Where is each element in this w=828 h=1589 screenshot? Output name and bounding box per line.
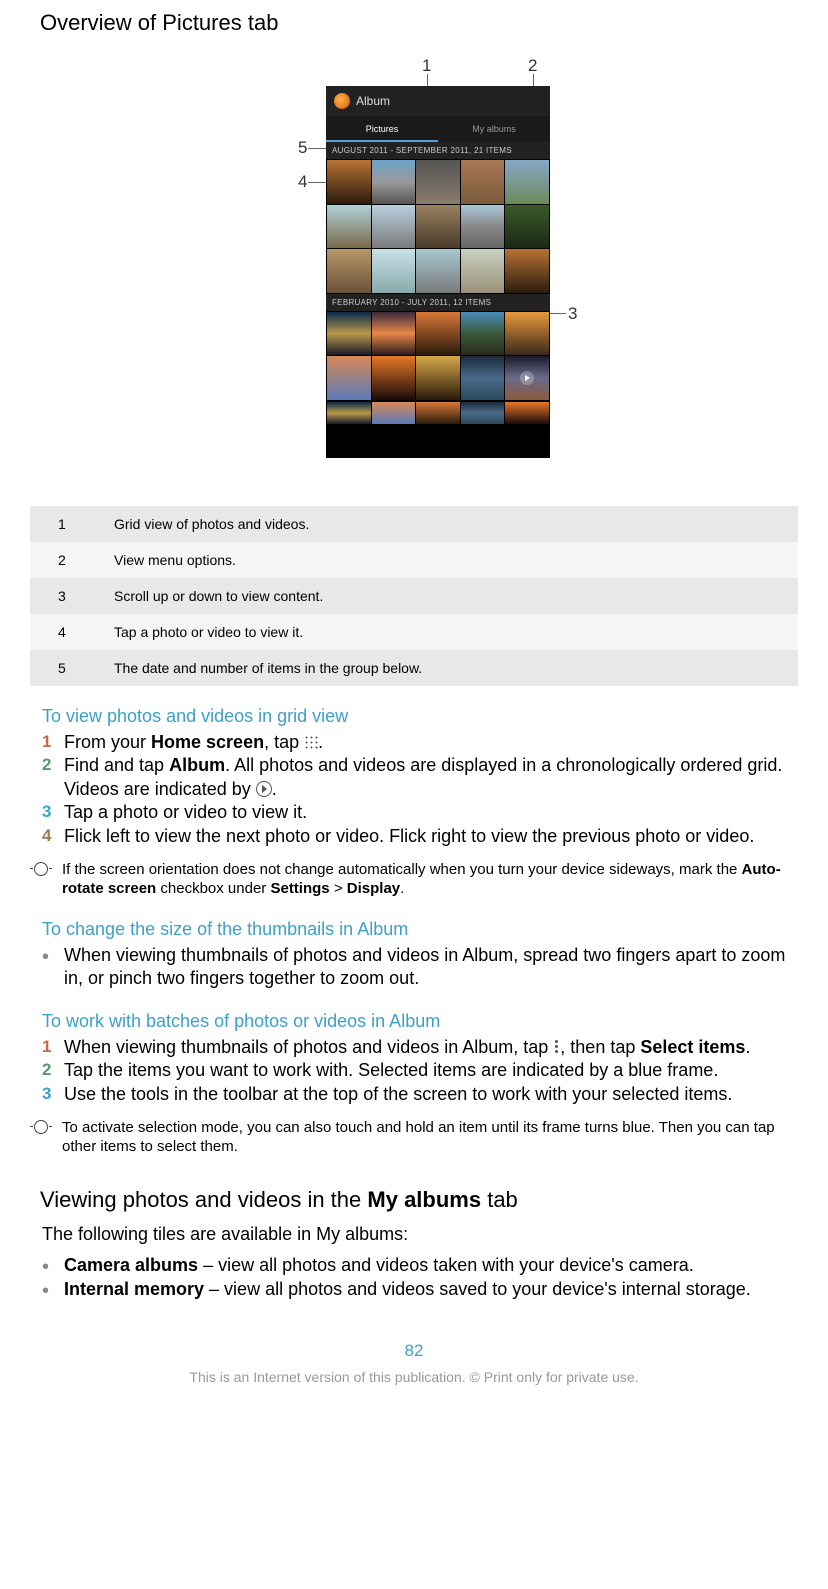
callout-5-label: 5 xyxy=(298,138,307,158)
step-number: 2 xyxy=(42,754,51,776)
legend-num: 4 xyxy=(30,614,106,650)
bullet-item: Internal memory – view all photos and vi… xyxy=(42,1278,798,1301)
legend-text: View menu options. xyxy=(106,542,798,578)
bullet-item: When viewing thumbnails of photos and vi… xyxy=(42,944,798,991)
callout-3-label: 3 xyxy=(568,304,577,324)
legend-row: 5The date and number of items in the gro… xyxy=(30,650,798,686)
subheading-grid-view: To view photos and videos in grid view xyxy=(42,706,798,727)
tip-text: If the screen orientation does not chang… xyxy=(62,860,798,899)
phone-app-title: Album xyxy=(356,94,390,108)
phone-tab-pictures: Pictures xyxy=(326,116,438,142)
steps-batches: 1When viewing thumbnails of photos and v… xyxy=(30,1036,798,1106)
legend-text: The date and number of items in the grou… xyxy=(106,650,798,686)
legend-text: Grid view of photos and videos. xyxy=(106,506,798,542)
step-item: 3Use the tools in the toolbar at the top… xyxy=(42,1083,798,1106)
step-item: 4Flick left to view the next photo or vi… xyxy=(42,825,798,848)
tip-text: To activate selection mode, you can also… xyxy=(62,1118,798,1157)
phone-screenshot: Album Pictures My albums AUGUST 2011 - S… xyxy=(326,86,550,458)
lightbulb-icon xyxy=(30,1118,52,1157)
bullet-list-albums: Camera albums – view all photos and vide… xyxy=(30,1254,798,1301)
phone-tab-myalbums: My albums xyxy=(438,116,550,142)
play-circle-icon xyxy=(256,781,272,797)
legend-text: Scroll up or down to view content. xyxy=(106,578,798,614)
page-title-2: Viewing photos and videos in the My albu… xyxy=(40,1187,798,1213)
legend-row: 1Grid view of photos and videos. xyxy=(30,506,798,542)
legend-num: 2 xyxy=(30,542,106,578)
step-number: 3 xyxy=(42,1083,51,1105)
legend-num: 1 xyxy=(30,506,106,542)
album-app-icon xyxy=(334,93,350,109)
callout-legend-table: 1Grid view of photos and videos. 2View m… xyxy=(30,506,798,686)
phone-thumb-grid-2 xyxy=(326,311,550,401)
step-item: 1From your Home screen, tap . xyxy=(42,731,798,754)
subheading-batches: To work with batches of photos or videos… xyxy=(42,1011,798,1032)
legend-row: 4Tap a photo or video to view it. xyxy=(30,614,798,650)
step-number: 4 xyxy=(42,825,51,847)
bullet-item: Camera albums – view all photos and vide… xyxy=(42,1254,798,1277)
legend-row: 3Scroll up or down to view content. xyxy=(30,578,798,614)
step-item: 2Find and tap Album. All photos and vide… xyxy=(42,754,798,801)
overflow-menu-icon xyxy=(555,1040,558,1054)
step-item: 2Tap the items you want to work with. Se… xyxy=(42,1059,798,1082)
tip-block-1: If the screen orientation does not chang… xyxy=(30,860,798,899)
step-item: 1When viewing thumbnails of photos and v… xyxy=(42,1036,798,1059)
step-number: 1 xyxy=(42,731,51,753)
phone-group-header-1: AUGUST 2011 - SEPTEMBER 2011, 21 ITEMS xyxy=(326,142,550,159)
intro-line: The following tiles are available in My … xyxy=(42,1223,798,1246)
legend-row: 2View menu options. xyxy=(30,542,798,578)
figure: 1 2 3 4 5 Album Pictures My albums AUGUS… xyxy=(30,56,798,486)
bullet-list-thumb-size: When viewing thumbnails of photos and vi… xyxy=(30,944,798,991)
legend-num: 3 xyxy=(30,578,106,614)
callout-2-label: 2 xyxy=(528,56,537,76)
step-item: 3Tap a photo or video to view it. xyxy=(42,801,798,824)
apps-grid-icon xyxy=(304,735,318,749)
legend-text: Tap a photo or video to view it. xyxy=(106,614,798,650)
step-number: 2 xyxy=(42,1059,51,1081)
subheading-thumb-size: To change the size of the thumbnails in … xyxy=(42,919,798,940)
page-number: 82 xyxy=(30,1341,798,1361)
lightbulb-icon xyxy=(30,860,52,899)
callout-4-label: 4 xyxy=(298,172,307,192)
steps-grid-view: 1From your Home screen, tap . 2Find and … xyxy=(30,731,798,848)
step-number: 3 xyxy=(42,801,51,823)
phone-header: Album xyxy=(326,86,550,116)
footer-note: This is an Internet version of this publ… xyxy=(30,1369,798,1385)
page-title-1: Overview of Pictures tab xyxy=(40,10,798,36)
tip-block-2: To activate selection mode, you can also… xyxy=(30,1118,798,1157)
legend-num: 5 xyxy=(30,650,106,686)
phone-group-header-2: FEBRUARY 2010 - JULY 2011, 12 ITEMS xyxy=(326,294,550,311)
step-number: 1 xyxy=(42,1036,51,1058)
phone-thumb-grid-1 xyxy=(326,159,550,294)
phone-thumb-grid-3 xyxy=(326,401,550,424)
callout-1-label: 1 xyxy=(422,56,431,76)
phone-tabs: Pictures My albums xyxy=(326,116,550,142)
